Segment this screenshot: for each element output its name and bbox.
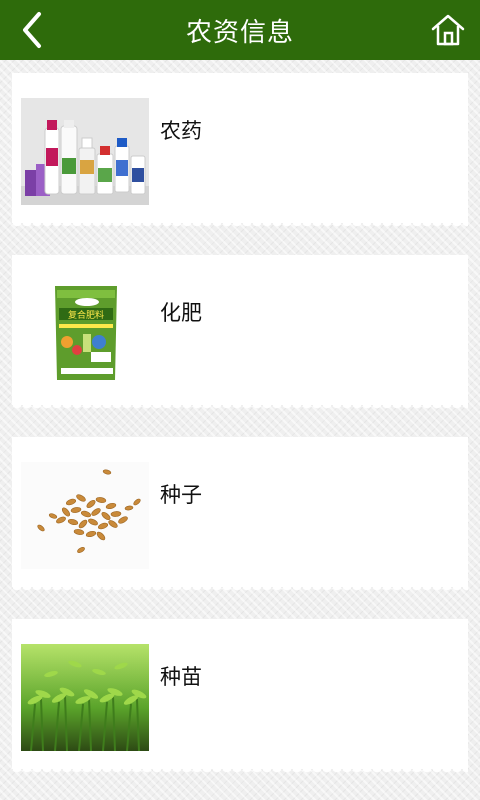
page-title: 农资信息 bbox=[185, 17, 294, 48]
list-item-label: 种子 bbox=[160, 483, 202, 507]
list-item-seeds[interactable]: 种子 bbox=[12, 437, 468, 596]
list-item-fertilizer[interactable]: 复合肥料 化肥 bbox=[12, 255, 468, 414]
fertilizer-bag-image: 复合肥料 bbox=[21, 280, 149, 387]
list-item-pesticide[interactable]: 农药 bbox=[12, 73, 468, 232]
seedlings-image bbox=[21, 644, 149, 751]
home-button[interactable] bbox=[426, 8, 470, 52]
chevron-left-icon bbox=[23, 12, 41, 48]
back-button[interactable] bbox=[10, 8, 54, 52]
list-item-label: 种苗 bbox=[160, 665, 202, 689]
list-item-label: 农药 bbox=[160, 119, 202, 143]
app-header: 农资信息 bbox=[0, 0, 480, 60]
seeds-image bbox=[21, 462, 149, 569]
svg-text:复合肥料: 复合肥料 bbox=[68, 309, 104, 321]
list-item-label: 化肥 bbox=[160, 301, 202, 325]
pesticide-bottles-image bbox=[21, 98, 149, 205]
home-icon bbox=[431, 14, 465, 46]
list-item-seedlings[interactable]: 种苗 bbox=[12, 619, 468, 778]
